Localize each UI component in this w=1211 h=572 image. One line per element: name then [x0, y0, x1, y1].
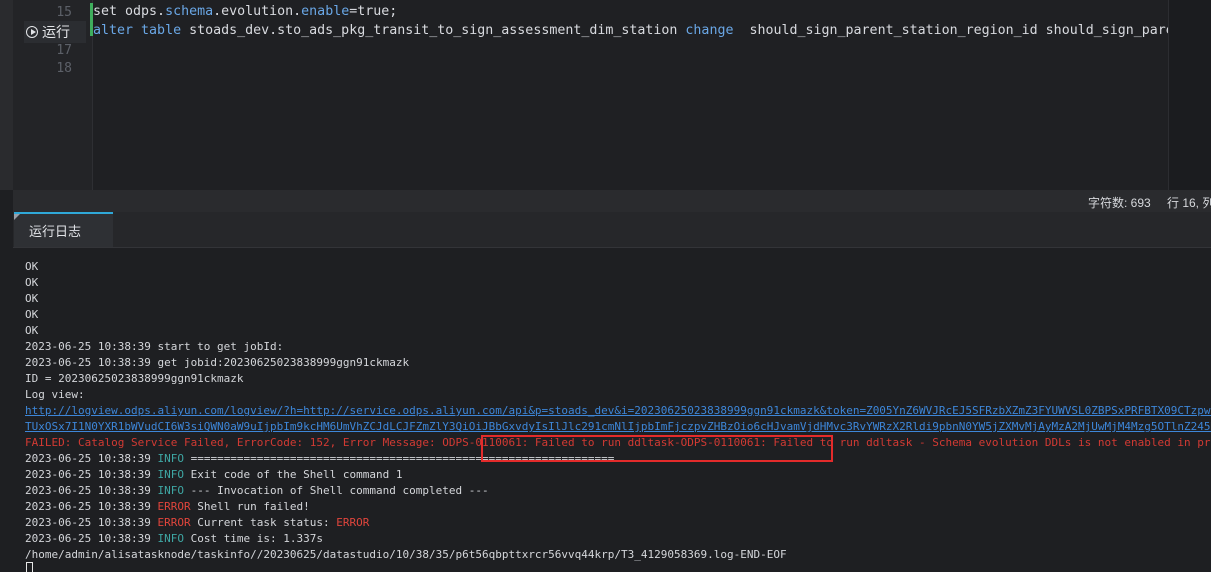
text-token: ID = 20230625023838999ggn91ckmazk: [25, 372, 244, 385]
log-line: 2023-06-25 10:38:39 INFO Cost time is: 1…: [25, 531, 1211, 547]
text-token: OK: [25, 260, 39, 273]
bottom-panel-tabs: 运行日志: [13, 212, 1211, 248]
text-token: Shell run failed!: [190, 500, 310, 513]
text-token: 2023-06-25 10:38:39: [25, 484, 158, 497]
error-level: ERROR: [157, 500, 191, 513]
text-token: --- Invocation of Shell command complete…: [183, 484, 489, 497]
code-line: set odps.schema.evolution.enable=true;: [93, 2, 1211, 21]
text-token: 2023-06-25 10:38:39: [25, 532, 158, 545]
log-line: 2023-06-25 10:38:39 get jobid:2023062502…: [25, 355, 1211, 371]
run-button-label: 运行: [42, 24, 70, 40]
keyword-token: alter: [93, 23, 134, 38]
text-token: Current task status:: [190, 516, 337, 529]
info-level: INFO: [157, 468, 184, 481]
run-button[interactable]: 运行: [24, 21, 86, 43]
text-token: Exit code of the Shell command 1: [183, 468, 403, 481]
logview-link[interactable]: TUxOSx7I1N0YXR1bWVudCI6W3siQWN0aW9uIjpbI…: [25, 419, 1211, 435]
log-line: OK: [25, 291, 1211, 307]
keyword-token: enable: [301, 4, 350, 19]
text-token: should_sign_parent_station_region_id sho…: [733, 23, 1211, 38]
error-level: ERROR: [336, 516, 370, 529]
text-token: Cost time is: 1.337s: [183, 532, 324, 545]
log-line: OK: [25, 275, 1211, 291]
text-token: 2023-06-25 10:38:39 get jobid:2023062502…: [25, 356, 410, 369]
log-line: 2023-06-25 10:38:39 INFO --- Invocation …: [25, 483, 1211, 499]
text-token: .evolution.: [213, 4, 302, 19]
info-level: INFO: [157, 484, 184, 497]
code-text[interactable]: set odps.schema.evolution.enable=true; al…: [93, 2, 1211, 40]
play-circle-icon: [26, 26, 38, 38]
text-token: 2023-06-25 10:38:39: [25, 468, 158, 481]
text-token: set odps.: [93, 4, 166, 19]
log-line: OK: [25, 323, 1211, 339]
log-line: ID = 20230625023838999ggn91ckmazk: [25, 371, 1211, 387]
log-line: /home/admin/alisatasknode/taskinfo//2023…: [25, 547, 1211, 563]
tab-run-log[interactable]: 运行日志: [14, 212, 113, 247]
text-token: /home/admin/alisatasknode/taskinfo//2023…: [25, 548, 787, 561]
cursor-position: 行 16, 列: [1167, 196, 1211, 210]
text-caret: [26, 562, 33, 572]
logview-link[interactable]: http://logview.odps.aliyun.com/logview/?…: [25, 403, 1211, 419]
log-lines: OK OK OK OK OK 2023-06-25 10:38:39 start to g…: [25, 259, 1211, 563]
text-token: OK: [25, 276, 39, 289]
info-level: INFO: [157, 452, 184, 465]
log-line: Log view:: [25, 387, 1211, 403]
text-token: 2023-06-25 10:38:39: [25, 516, 158, 529]
code-line: alter table stoads_dev.sto_ads_pkg_trans…: [93, 21, 1211, 40]
keyword-token: change: [685, 23, 734, 38]
text-token: =true;: [349, 4, 398, 19]
run-log-output[interactable]: OK OK OK OK OK 2023-06-25 10:38:39 start to g…: [13, 248, 1211, 570]
tab-run-log-label: 运行日志: [29, 224, 82, 239]
editor-vertical-scrollbar[interactable]: [1168, 0, 1211, 190]
text-token: 2023-06-25 10:38:39 start to get jobId:: [25, 340, 284, 353]
text-token: Log view:: [25, 388, 85, 401]
editor-status-bar: 字符数: 693 行 16, 列: [13, 190, 1211, 212]
text-token: stoads_dev.sto_ads_pkg_transit_to_sign_a…: [181, 23, 686, 38]
line-number: 15: [56, 5, 72, 20]
info-level: INFO: [157, 532, 184, 545]
line-number: 17: [56, 43, 72, 58]
log-line: 2023-06-25 10:38:39 INFO Exit code of th…: [25, 467, 1211, 483]
error-level: ERROR: [157, 516, 191, 529]
code-editor[interactable]: 15 16 17 18 运行 set odps.schema.evolution…: [13, 0, 1211, 190]
text-token: 2023-06-25 10:38:39: [25, 452, 158, 465]
line-number: 18: [56, 61, 72, 76]
text-token: OK: [25, 308, 39, 321]
text-token: OK: [25, 292, 39, 305]
tab-corner-marker: [14, 214, 20, 220]
left-activity-strip: [0, 0, 13, 190]
log-line: 2023-06-25 10:38:39 ERROR Current task s…: [25, 515, 1211, 531]
log-line: OK: [25, 259, 1211, 275]
log-line: 2023-06-25 10:38:39 ERROR Shell run fail…: [25, 499, 1211, 515]
error-highlight-box: [481, 435, 833, 462]
log-line: 2023-06-25 10:38:39 start to get jobId:: [25, 339, 1211, 355]
keyword-token: schema: [165, 4, 214, 19]
log-line: OK: [25, 307, 1211, 323]
keyword-token: table: [141, 23, 182, 38]
char-count: 字符数: 693: [1088, 196, 1151, 210]
text-token: OK: [25, 324, 39, 337]
text-token: 2023-06-25 10:38:39: [25, 500, 158, 513]
